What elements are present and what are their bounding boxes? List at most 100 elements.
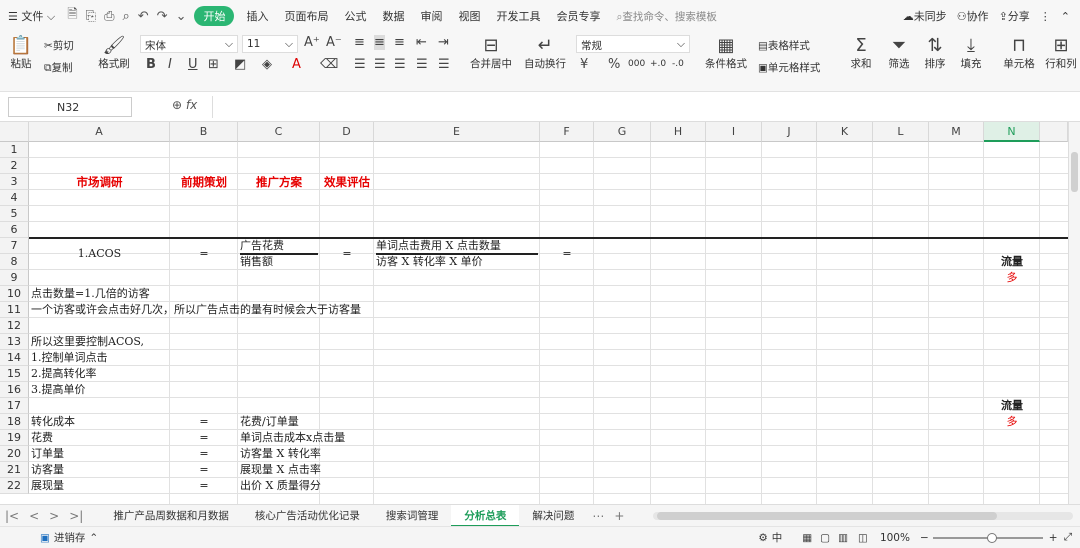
next-sheet-icon[interactable]: >: [44, 509, 64, 523]
cell-style-button[interactable]: ▣单元格样式: [758, 60, 820, 75]
wrap-text-button[interactable]: ↵ 自动换行: [522, 36, 568, 71]
row-header-10[interactable]: 10: [0, 286, 29, 302]
cell-a18[interactable]: 转化成本: [31, 414, 75, 430]
cell-a21[interactable]: 访客量: [31, 462, 64, 478]
tab-data[interactable]: 数据: [374, 8, 412, 24]
cell-c21[interactable]: 展现量 X 点击率: [240, 462, 321, 478]
format-painter-button[interactable]: 🖌 格式刷: [98, 36, 130, 71]
share-button[interactable]: ⇪分享: [999, 8, 1030, 24]
prev-sheet-icon[interactable]: <: [24, 509, 44, 523]
input-method-icon[interactable]: ⚙: [758, 532, 771, 544]
cell-button[interactable]: ⊓ 单元格: [1000, 36, 1038, 71]
tab-review[interactable]: 审阅: [412, 8, 450, 24]
indent-decrease-icon[interactable]: ⇤: [416, 35, 427, 50]
decrease-decimal-icon[interactable]: -.0: [672, 59, 684, 69]
fill-button[interactable]: ⤓ 填充: [958, 36, 984, 71]
cell-a20[interactable]: 订单量: [31, 446, 64, 462]
indent-increase-icon[interactable]: ⇥: [438, 35, 449, 50]
row-header-13[interactable]: 13: [0, 334, 29, 350]
row-header-6[interactable]: 6: [0, 222, 29, 238]
sheet-tab[interactable]: 搜索词管理: [373, 505, 452, 527]
align-center-icon[interactable]: ☰: [374, 57, 386, 72]
column-header-e[interactable]: E: [374, 122, 540, 142]
cell-a11[interactable]: 一个访客或许会点击好几次，所以广告点击的量有时候会大于访客量: [31, 302, 361, 318]
status-left-label[interactable]: 进销存: [50, 530, 86, 545]
fullscreen-icon[interactable]: ⤢: [1064, 531, 1080, 544]
zoom-formula-icon[interactable]: ⊕: [172, 98, 182, 112]
cell-c3[interactable]: 推广方案: [238, 174, 320, 190]
cell-b3[interactable]: 前期策划: [170, 174, 238, 190]
cell-n18[interactable]: 多: [984, 414, 1040, 430]
undo-icon[interactable]: ↶: [134, 9, 153, 24]
cell-c22[interactable]: 出价 X 质量得分: [240, 478, 321, 494]
cell-b20[interactable]: =: [170, 446, 238, 462]
more-icon[interactable]: ⋮: [1040, 10, 1051, 23]
cell-d3[interactable]: 效果评估: [320, 174, 374, 190]
bold-button[interactable]: B: [146, 57, 156, 72]
cell-a15[interactable]: 2.提高转化率: [31, 366, 97, 382]
paste-button[interactable]: 📋 粘贴: [8, 36, 34, 71]
font-shrink-button[interactable]: A⁻: [326, 35, 342, 50]
border-icon[interactable]: ⊞: [208, 57, 219, 72]
currency-icon[interactable]: ¥: [580, 57, 588, 72]
sort-button[interactable]: ⇅ 排序: [922, 36, 948, 71]
column-header-extra[interactable]: [1040, 122, 1068, 142]
cell-b22[interactable]: =: [170, 478, 238, 494]
cell-b21[interactable]: =: [170, 462, 238, 478]
column-header-m[interactable]: M: [929, 122, 984, 142]
first-sheet-icon[interactable]: |<: [0, 509, 24, 523]
highlight-icon[interactable]: ◈: [262, 57, 272, 72]
formula-input[interactable]: [212, 96, 1078, 118]
thousands-button[interactable]: 000: [628, 59, 645, 69]
zoom-in-icon[interactable]: +: [1043, 532, 1064, 544]
font-color-icon[interactable]: A: [292, 57, 301, 72]
row-header-17[interactable]: 17: [0, 398, 29, 414]
row-header-12[interactable]: 12: [0, 318, 29, 334]
cell-a22[interactable]: 展现量: [31, 478, 64, 494]
command-search[interactable]: ⌕查找命令、搜索模板: [616, 9, 716, 24]
page-layout-view-icon[interactable]: ▢: [816, 532, 834, 544]
cell-e7[interactable]: 单词点击费用 X 点击数量: [376, 238, 501, 254]
tab-formula[interactable]: 公式: [336, 8, 374, 24]
row-header-19[interactable]: 19: [0, 430, 29, 446]
tab-view[interactable]: 视图: [450, 8, 488, 24]
column-header-k[interactable]: K: [817, 122, 873, 142]
column-header-j[interactable]: J: [762, 122, 817, 142]
print-icon[interactable]: ⎙: [100, 9, 118, 24]
align-top-icon[interactable]: ≡: [354, 35, 365, 50]
file-menu[interactable]: ☰ 文件 ⌵: [0, 8, 63, 24]
export-icon[interactable]: ⎘: [82, 9, 100, 24]
cell-a14[interactable]: 1.控制单词点击: [31, 350, 108, 366]
fill-color-icon[interactable]: ◩: [234, 57, 246, 72]
tab-start[interactable]: 开始: [194, 6, 235, 26]
row-header-8[interactable]: 8: [0, 254, 29, 270]
font-grow-button[interactable]: A⁺: [304, 35, 320, 50]
column-header-h[interactable]: H: [651, 122, 706, 142]
cell-b19[interactable]: =: [170, 430, 238, 446]
row-header-1[interactable]: 1: [0, 142, 29, 158]
more-quick-icon[interactable]: ⌄: [172, 9, 191, 24]
sheet-tab[interactable]: 解决问题: [519, 505, 587, 527]
cell-d7[interactable]: =: [320, 246, 374, 262]
more-sheets-icon[interactable]: ⋯: [587, 509, 609, 523]
cell-c18[interactable]: 花费/订单量: [240, 414, 299, 430]
column-header-a[interactable]: A: [29, 122, 170, 142]
vertical-scrollbar[interactable]: [1068, 122, 1080, 504]
column-header-c[interactable]: C: [238, 122, 320, 142]
row-col-button[interactable]: ⊞ 行和列: [1044, 36, 1078, 71]
zoom-slider[interactable]: [932, 532, 1043, 543]
row-header-7[interactable]: 7: [0, 238, 29, 254]
cell-c8[interactable]: 销售额: [240, 254, 273, 270]
cell-n17[interactable]: 流量: [984, 398, 1040, 414]
cell-b18[interactable]: =: [170, 414, 238, 430]
chevron-up-icon[interactable]: ⌃: [85, 532, 98, 544]
row-header-16[interactable]: 16: [0, 382, 29, 398]
cell-n9[interactable]: 多: [984, 270, 1040, 286]
row-header-11[interactable]: 11: [0, 302, 29, 318]
row-header-9[interactable]: 9: [0, 270, 29, 286]
align-left-icon[interactable]: ☰: [354, 57, 366, 72]
font-name-select[interactable]: 宋体 ⌵: [140, 35, 238, 53]
sheet-tab-active[interactable]: 分析总表: [451, 504, 520, 527]
justify-icon[interactable]: ☰: [416, 57, 428, 72]
clear-format-icon[interactable]: ⌫: [320, 57, 338, 72]
